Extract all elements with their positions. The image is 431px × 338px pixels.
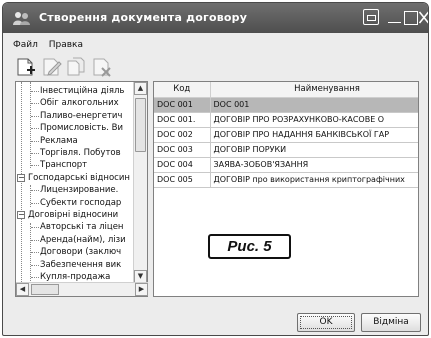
scroll-up-icon[interactable]: ▲ (134, 82, 147, 95)
tree-branch-line (31, 202, 39, 204)
tree-leaf-node[interactable]: Авторські та ліцен (16, 221, 134, 233)
tree-group-node[interactable]: − Господарські відносин (16, 172, 134, 184)
table-row[interactable]: DOC 001 DOC 001 (154, 97, 418, 113)
tree-branch-line (31, 239, 39, 241)
tree-branch-line (31, 227, 39, 229)
figure-label: Рис. 5 (208, 234, 291, 259)
cell-code[interactable]: DOC 001 (154, 97, 211, 113)
cell-code[interactable]: DOC 003 (154, 142, 211, 158)
tree-leaf-node[interactable]: Промисловість. Ви (16, 122, 134, 134)
scroll-left-icon[interactable]: ◀ (16, 283, 29, 296)
table-row[interactable]: DOC 005 ДОГОВІР про використання криптогр… (154, 172, 418, 188)
collapse-icon[interactable]: − (17, 173, 25, 182)
tree-branch-line (31, 165, 39, 167)
tree-group-node[interactable]: − Договірні відносини (16, 209, 134, 221)
tree-branch-line (31, 91, 39, 92)
tree-scroll-thumb[interactable] (135, 98, 146, 152)
category-tree[interactable]: Інвестиційна діяль Обіг алкогольних Паливо… (15, 81, 148, 297)
tree-node-label: Торгівля. Побутов (40, 148, 121, 158)
tree-branch-line (31, 252, 39, 254)
window-title: Створення документа договору (39, 11, 248, 24)
tree-node-label: Аренда(найм), лізи (40, 234, 126, 245)
cell-name[interactable]: ДОГОВІР ПРО НАДАННЯ БАНКІВСЬКОЇ ГАР (210, 127, 418, 143)
tree-hscroll-thumb[interactable] (31, 284, 59, 295)
menu-bar: Файл Правка (13, 40, 91, 54)
cancel-button[interactable]: Відміна (361, 313, 421, 332)
tree-leaf-node[interactable]: Забезпечення вик (16, 259, 134, 271)
close-icon[interactable] (418, 9, 429, 25)
tree-leaf-node[interactable]: Субекти господар (16, 197, 134, 209)
cell-name[interactable]: ДОГОВІР про використання криптографічних (210, 172, 418, 188)
tree-leaf-node[interactable]: Лицензирование. (16, 184, 134, 196)
cell-name[interactable]: DOC 001 (210, 97, 418, 113)
column-header-code[interactable]: Код (154, 82, 211, 98)
cell-code[interactable]: DOC 004 (154, 157, 211, 173)
tree-branch-line (31, 190, 39, 192)
tree-node-label: Промисловість. Ви (40, 123, 123, 134)
maximize-icon[interactable] (403, 9, 419, 25)
documents-table: Код Найменування DOC 001 DOC 001 DOC 001. Д… (154, 82, 418, 188)
tree-leaf-node[interactable]: Договори (заключ (16, 246, 134, 258)
menu-file[interactable]: Файл (13, 40, 38, 50)
tree-content: Інвестиційна діяль Обіг алкогольних Паливо… (16, 82, 134, 283)
tree-leaf-node[interactable]: Паливо-енергетич (16, 110, 134, 122)
tree-branch-line (31, 140, 39, 142)
tree-leaf-node[interactable]: Обіг алкогольних (16, 97, 134, 109)
delete-icon[interactable] (91, 57, 113, 77)
cell-name[interactable]: ДОГОВІР ПРО РОЗРАХУНКОВО-КАСОВЕ О (210, 112, 418, 128)
cell-code[interactable]: DOC 002 (154, 127, 211, 143)
tree-node-label: Забезпечення вик (40, 259, 122, 270)
tree-leaf-node[interactable]: Реклама (16, 135, 134, 147)
tree-node-label: Договори (заключ (40, 247, 122, 258)
restore-icon[interactable] (363, 9, 379, 25)
tree-node-label: Лицензирование. (40, 185, 119, 196)
table-row[interactable]: DOC 004 ЗАЯВА-ЗОБОВ'ЯЗАННЯ (154, 157, 418, 173)
column-header-name[interactable]: Найменування (210, 82, 418, 98)
edit-icon[interactable] (41, 57, 63, 77)
add-icon[interactable] (15, 57, 37, 77)
table-row[interactable]: DOC 001. ДОГОВІР ПРО РОЗРАХУНКОВО-КАСОВЕ … (154, 112, 418, 128)
collapse-icon[interactable]: − (17, 211, 25, 219)
tree-leaf-node[interactable]: Торгівля. Побутов (16, 147, 134, 159)
tree-node-label: Господарські відносин (28, 172, 130, 183)
ok-button[interactable]: OK (297, 313, 355, 332)
tree-branch-line (31, 277, 39, 278)
title-bar[interactable]: Створення документа договору (3, 3, 428, 33)
dialog-window: Створення документа договору Файл Правка (2, 2, 429, 336)
scroll-right-icon[interactable]: ▶ (135, 283, 148, 296)
users-icon (13, 12, 30, 25)
tree-leaf-node[interactable]: Транспорт (16, 159, 134, 171)
tree-branch-line (31, 103, 39, 105)
tree-node-label: Паливо-енергетич (40, 110, 123, 121)
tree-horizontal-scrollbar[interactable]: ◀ ▶ (16, 282, 148, 296)
documents-grid: Код Найменування DOC 001 DOC 001 DOC 001. Д… (153, 81, 419, 297)
tree-node-label: Транспорт (40, 160, 88, 171)
tree-leaf-node[interactable]: Інвестиційна діяль (16, 85, 134, 97)
tree-node-label: Договірні відносини (28, 210, 119, 220)
table-row[interactable]: DOC 002 ДОГОВІР ПРО НАДАННЯ БАНКІВСЬКОЇ Г… (154, 127, 418, 143)
tree-branch-line (31, 153, 39, 154)
table-header: Код Найменування (154, 82, 418, 98)
tree-branch-line (31, 115, 39, 117)
tree-leaf-node[interactable]: Аренда(найм), лізи (16, 234, 134, 246)
menu-edit[interactable]: Правка (49, 40, 83, 50)
tree-node-label: Авторські та ліцен (40, 222, 124, 233)
cell-code[interactable]: DOC 001. (154, 112, 211, 128)
minimize-icon[interactable] (387, 9, 403, 25)
cell-name[interactable]: ЗАЯВА-ЗОБОВ'ЯЗАННЯ (210, 157, 418, 173)
cell-code[interactable]: DOC 005 (154, 172, 211, 188)
tree-node-label: Субекти господар (40, 197, 122, 208)
tree-branch-line (31, 264, 39, 266)
copy-icon[interactable] (65, 57, 87, 77)
tree-node-label: Обіг алкогольних (40, 98, 119, 109)
tree-vertical-scrollbar[interactable]: ▲ ▼ (133, 82, 147, 283)
tree-node-label: Реклама (40, 135, 78, 146)
table-row[interactable]: DOC 003 ДОГОВІР ПОРУКИ (154, 142, 418, 158)
tree-branch-line (31, 128, 39, 130)
tree-node-label: Інвестиційна діяль (40, 86, 125, 96)
cell-name[interactable]: ДОГОВІР ПОРУКИ (210, 142, 418, 158)
